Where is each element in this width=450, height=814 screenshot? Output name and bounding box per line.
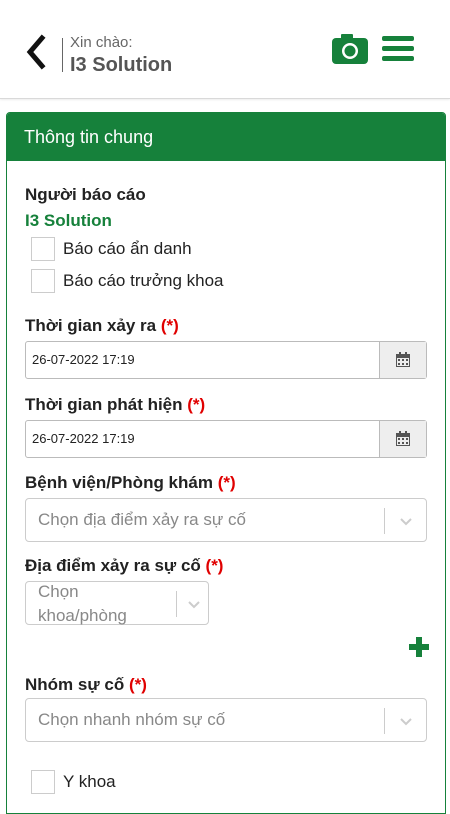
- anonymous-report-checkbox-row[interactable]: Báo cáo ẩn danh: [31, 236, 192, 262]
- required-mark: (*): [187, 395, 206, 414]
- add-location-button[interactable]: [407, 635, 431, 659]
- panel-title: Thông tin chung: [7, 113, 445, 161]
- location-label-text: Địa điểm xảy ra sự cố: [25, 556, 201, 575]
- calendar-icon: [396, 431, 410, 446]
- occurred-time-calendar-button[interactable]: [379, 342, 426, 378]
- select-separator: [176, 591, 177, 617]
- incident-group-label: Nhóm sự cố (*): [25, 675, 147, 695]
- incident-group-select-placeholder: Chọn nhanh nhóm sự cố: [38, 710, 226, 729]
- anonymous-report-label: Báo cáo ẩn danh: [63, 239, 192, 258]
- menu-button[interactable]: [382, 34, 414, 62]
- general-info-panel: Thông tin chung Người báo cáo I3 Solutio…: [6, 112, 446, 814]
- chevron-left-icon: [26, 34, 46, 70]
- select-separator: [384, 508, 385, 534]
- medical-group-label: Y khoa: [63, 772, 116, 791]
- header-divider: [62, 38, 63, 72]
- select-separator: [384, 708, 385, 734]
- occurred-time-label: Thời gian xảy ra (*): [25, 316, 179, 336]
- detected-time-label-text: Thời gian phát hiện: [25, 395, 183, 414]
- required-mark: (*): [217, 473, 236, 492]
- greeting-text: Xin chào:: [70, 34, 133, 51]
- hospital-label-text: Bệnh viện/Phòng khám: [25, 473, 213, 492]
- anonymous-report-checkbox[interactable]: [31, 237, 55, 261]
- chevron-down-icon: [188, 601, 200, 609]
- incident-group-select[interactable]: Chọn nhanh nhóm sự cố: [25, 698, 427, 742]
- chevron-down-icon: [400, 718, 412, 726]
- hamburger-menu-icon: [382, 36, 414, 61]
- location-select[interactable]: Chọn khoa/phòng: [25, 581, 209, 625]
- head-report-checkbox[interactable]: [31, 269, 55, 293]
- calendar-icon: [396, 352, 410, 367]
- plus-icon: [409, 637, 429, 657]
- medical-group-checkbox-row[interactable]: Y khoa: [31, 769, 116, 795]
- reporter-label: Người báo cáo: [25, 185, 146, 204]
- location-select-placeholder: Chọn khoa/phòng: [38, 580, 127, 628]
- detected-time-input[interactable]: 26-07-2022 17:19: [26, 421, 379, 457]
- required-mark: (*): [205, 556, 224, 575]
- reporter-name: I3 Solution: [25, 211, 112, 230]
- head-report-label: Báo cáo trưởng khoa: [63, 271, 224, 290]
- back-button[interactable]: [22, 34, 52, 70]
- camera-icon: [332, 34, 368, 64]
- location-placeholder-line1: Chọn: [38, 582, 79, 601]
- user-name: I3 Solution: [70, 54, 173, 76]
- medical-group-checkbox[interactable]: [31, 770, 55, 794]
- hospital-select-placeholder: Chọn địa điểm xảy ra sự cố: [38, 510, 246, 529]
- head-report-checkbox-row[interactable]: Báo cáo trưởng khoa: [31, 268, 224, 294]
- app-header: Xin chào: I3 Solution: [0, 0, 450, 99]
- detected-time-calendar-button[interactable]: [379, 421, 426, 457]
- hospital-label: Bệnh viện/Phòng khám (*): [25, 473, 236, 493]
- detected-time-label: Thời gian phát hiện (*): [25, 395, 205, 415]
- hospital-select[interactable]: Chọn địa điểm xảy ra sự cố: [25, 498, 427, 542]
- detected-time-field: 26-07-2022 17:19: [25, 420, 427, 458]
- chevron-down-icon: [400, 518, 412, 526]
- incident-group-label-text: Nhóm sự cố: [25, 675, 125, 694]
- location-label: Địa điểm xảy ra sự cố (*): [25, 556, 223, 576]
- camera-button[interactable]: [332, 32, 368, 64]
- occurred-time-label-text: Thời gian xảy ra: [25, 316, 157, 335]
- occurred-time-field: 26-07-2022 17:19: [25, 341, 427, 379]
- occurred-time-input[interactable]: 26-07-2022 17:19: [26, 342, 379, 378]
- location-placeholder-line2: khoa/phòng: [38, 606, 127, 625]
- required-mark: (*): [160, 316, 179, 335]
- required-mark: (*): [128, 675, 147, 694]
